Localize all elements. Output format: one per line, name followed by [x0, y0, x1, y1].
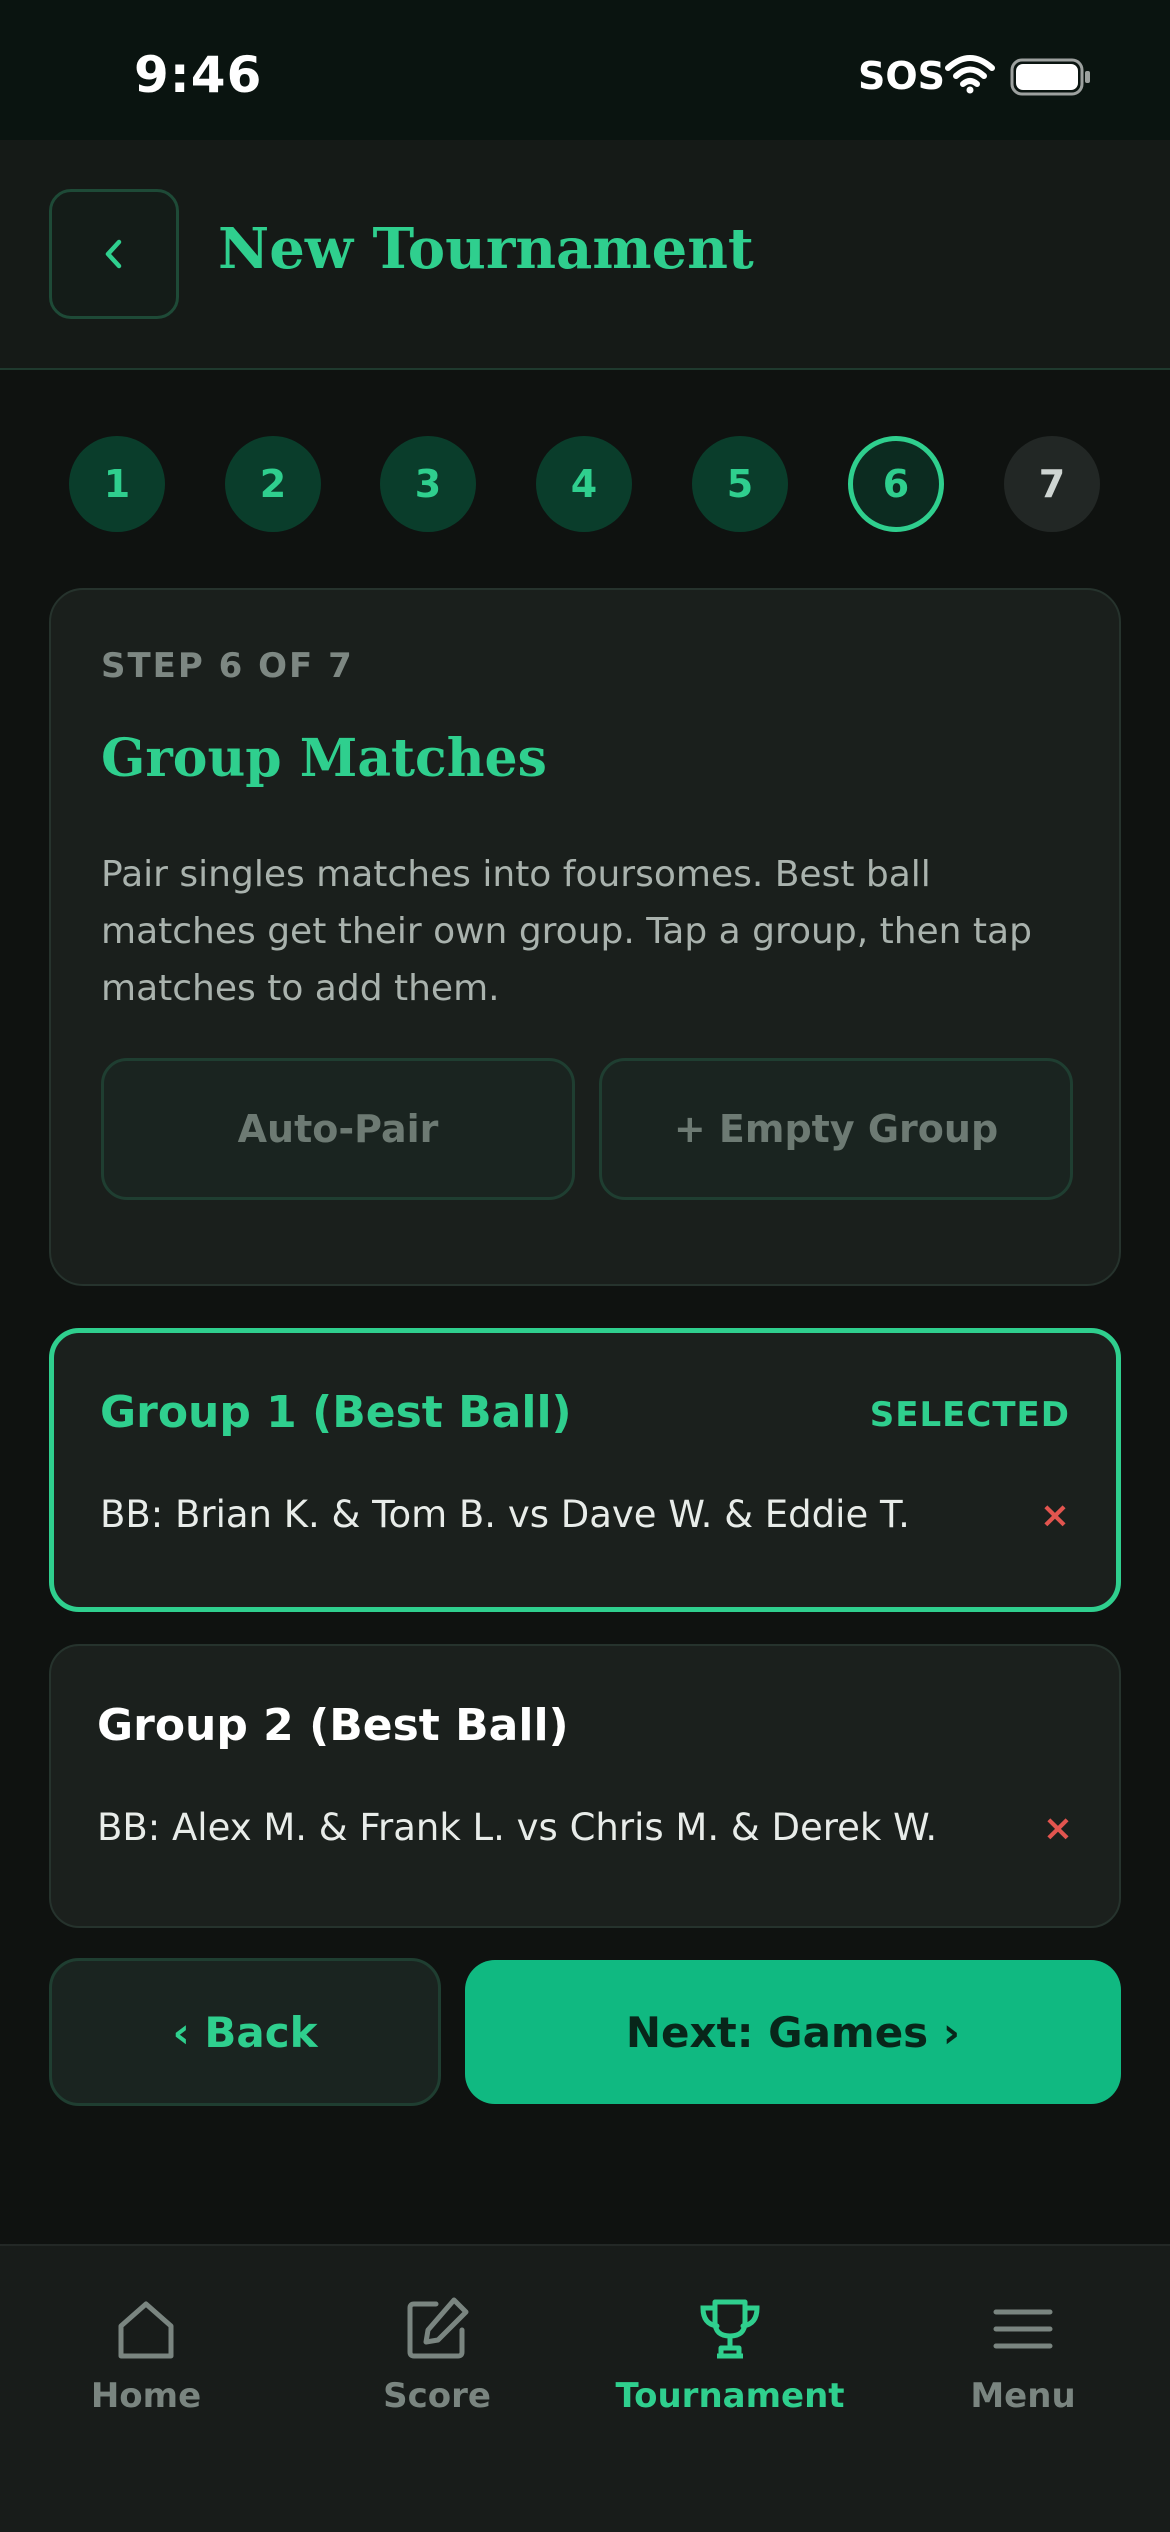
step-6[interactable]: 6 — [848, 436, 944, 532]
selected-badge: SELECTED — [869, 1395, 1070, 1435]
next-games-button[interactable]: Next: Games › — [465, 1960, 1121, 2104]
trophy-icon — [700, 2299, 760, 2359]
step-description: Pair singles matches into foursomes. Bes… — [101, 854, 1032, 1009]
wifi-icon — [945, 55, 995, 94]
home-icon — [118, 2301, 174, 2359]
match-item[interactable]: BB: Brian K. & Tom B. vs Dave W. & Eddie… — [100, 1493, 910, 1536]
step-label: STEP 6 OF 7 — [101, 646, 354, 686]
step-3[interactable]: 3 — [380, 436, 476, 532]
tab-label: Home — [90, 2376, 202, 2416]
status-time: 9:46 — [134, 46, 263, 104]
page-title: New Tournament — [218, 216, 754, 282]
group-title: Group 1 (Best Ball) — [100, 1387, 572, 1438]
step-info-card: STEP 6 OF 7 Group Matches Pair singles m… — [49, 588, 1121, 1286]
remove-match-button[interactable]: × — [1043, 1808, 1073, 1849]
tab-label: Menu — [970, 2376, 1076, 2416]
tab-bar: Home Score Tournament Menu — [0, 2244, 1170, 2532]
tab-menu[interactable]: Menu — [878, 2294, 1168, 2424]
step-4[interactable]: 4 — [536, 436, 632, 532]
step-indicator: 1 2 3 4 5 6 7 — [0, 436, 1170, 536]
add-empty-group-button[interactable]: + Empty Group — [599, 1058, 1073, 1200]
group-title: Group 2 (Best Ball) — [97, 1700, 569, 1751]
menu-icon — [993, 2309, 1053, 2349]
match-item[interactable]: BB: Alex M. & Frank L. vs Chris M. & Der… — [97, 1806, 937, 1849]
step-7[interactable]: 7 — [1004, 436, 1100, 532]
group-card-1[interactable]: Group 1 (Best Ball) SELECTED BB: Brian K… — [49, 1328, 1121, 1612]
header: New Tournament — [0, 140, 1170, 370]
step-5[interactable]: 5 — [692, 436, 788, 532]
tab-label: Tournament — [615, 2376, 845, 2416]
sos-indicator: SOS — [858, 54, 946, 98]
tab-tournament[interactable]: Tournament — [585, 2294, 875, 2424]
status-bar: 9:46 SOS — [0, 0, 1170, 140]
tab-score[interactable]: Score — [292, 2294, 582, 2424]
step-1[interactable]: 1 — [69, 436, 165, 532]
tab-label: Score — [383, 2376, 491, 2416]
header-back-button[interactable] — [49, 189, 179, 319]
battery-icon — [1010, 58, 1090, 96]
edit-icon — [407, 2297, 469, 2359]
app-screen: 9:46 SOS New Tournament 1 2 3 4 5 6 7 ST… — [0, 0, 1170, 2532]
auto-pair-button[interactable]: Auto-Pair — [101, 1058, 575, 1200]
group-card-2[interactable]: Group 2 (Best Ball) BB: Alex M. & Frank … — [49, 1644, 1121, 1928]
step-2[interactable]: 2 — [225, 436, 321, 532]
remove-match-button[interactable]: × — [1040, 1495, 1070, 1536]
section-title: Group Matches — [101, 728, 547, 789]
tab-home[interactable]: Home — [1, 2294, 291, 2424]
back-button[interactable]: ‹ Back — [49, 1958, 441, 2106]
chevron-left-icon — [105, 239, 122, 269]
